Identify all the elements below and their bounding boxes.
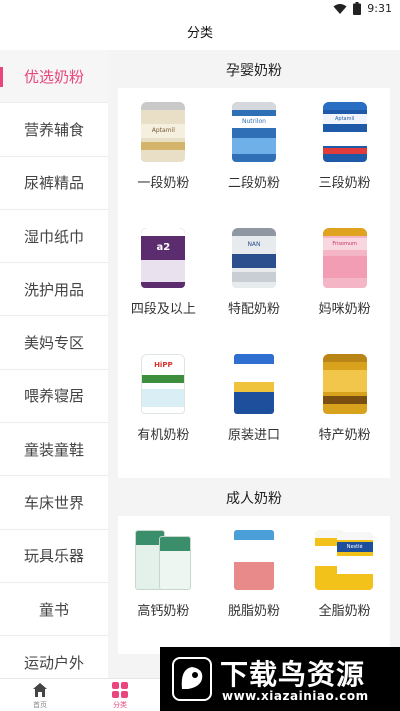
product-grid: 高钙奶粉 脱脂奶粉 Nestlé 全脂奶粉 (118, 516, 390, 654)
product-image (133, 528, 193, 594)
category-tile[interactable]: Aptamil 一段奶粉 (118, 94, 209, 220)
product-image (224, 352, 284, 418)
section-title: 孕婴奶粉 (226, 63, 282, 79)
page-header: 分类 (0, 20, 400, 50)
watermark-banner: 下载鸟资源 www.xiazainiao.com (160, 647, 400, 711)
sidebar-item-label: 营养辅食 (23, 120, 84, 139)
tab-category[interactable]: 分类 (80, 679, 160, 711)
sidebar-item-label: 喂养寝居 (23, 387, 84, 406)
watermark-url: www.xiazainiao.com (222, 689, 369, 703)
sidebar-item-3[interactable]: 湿巾纸巾 (0, 210, 108, 264)
tab-label: 首页 (33, 701, 47, 709)
category-tile[interactable]: Nutrilon 二段奶粉 (209, 94, 300, 220)
category-label: 一段奶粉 (137, 176, 190, 191)
category-tile[interactable]: HiPP 有机奶粉 (118, 346, 209, 472)
product-image: Aptamil (315, 100, 375, 166)
sidebar-item-5[interactable]: 美妈专区 (0, 316, 108, 370)
sidebar-item-label: 湿巾纸巾 (23, 227, 84, 246)
home-icon (33, 683, 47, 697)
sidebar-item-0[interactable]: 优选奶粉 (0, 50, 108, 104)
sidebar-item-11[interactable]: 运动户外 (0, 636, 108, 678)
category-content: 孕婴奶粉 Aptamil 一段奶粉 Nutrilon 二段奶粉 Aptamil … (108, 50, 400, 678)
sidebar-item-label: 童装童鞋 (23, 440, 84, 459)
sidebar-item-6[interactable]: 喂养寝居 (0, 370, 108, 424)
category-tile[interactable]: Nestlé 全脂奶粉 (299, 522, 390, 648)
category-tile[interactable]: 特产奶粉 (299, 346, 390, 472)
category-label: 特产奶粉 (318, 428, 371, 443)
category-label: 三段奶粉 (318, 176, 371, 191)
category-label: 四段及以上 (130, 302, 196, 317)
product-image (224, 528, 284, 594)
sidebar-item-8[interactable]: 车床世界 (0, 476, 108, 530)
category-tile[interactable]: 原装进口 (209, 346, 300, 472)
page-title: 分类 (186, 26, 213, 41)
product-image: Aptamil (133, 100, 193, 166)
category-label: 脱脂奶粉 (227, 604, 280, 619)
sidebar-item-7[interactable]: 童装童鞋 (0, 423, 108, 477)
tab-label: 分类 (113, 701, 127, 709)
battery-icon (353, 2, 362, 15)
category-tile[interactable]: Frisomum 妈咪奶粉 (299, 220, 390, 346)
category-tile[interactable]: 脱脂奶粉 (209, 522, 300, 648)
category-label: 特配奶粉 (227, 302, 280, 317)
status-icons: 9:31 (333, 2, 392, 15)
sidebar-item-9[interactable]: 玩具乐器 (0, 530, 108, 583)
sidebar-item-4[interactable]: 洗护用品 (0, 263, 108, 317)
status-time: 9:31 (367, 2, 392, 15)
category-tile[interactable]: NAN 特配奶粉 (209, 220, 300, 346)
status-bar: 9:31 (0, 0, 400, 20)
product-image: a2 (133, 226, 193, 292)
category-tile[interactable]: a2 四段及以上 (118, 220, 209, 346)
product-image: NAN (224, 226, 284, 292)
category-label: 高钙奶粉 (137, 604, 190, 619)
category-label: 原装进口 (227, 428, 280, 443)
sidebar-item-label: 童书 (38, 600, 69, 619)
product-image: HiPP (133, 352, 193, 418)
category-grid-icon (112, 682, 128, 698)
section-title: 成人奶粉 (226, 491, 282, 507)
sidebar-item-label: 洗护用品 (23, 280, 84, 299)
category-label: 有机奶粉 (137, 428, 190, 443)
category-label: 全脂奶粉 (318, 604, 371, 619)
product-image: Nutrilon (224, 100, 284, 166)
sidebar-item-label: 玩具乐器 (23, 547, 84, 566)
product-image (315, 352, 375, 418)
category-tile[interactable]: 高钙奶粉 (118, 522, 209, 648)
product-image: Nestlé (314, 528, 375, 594)
category-label: 妈咪奶粉 (318, 302, 371, 317)
wifi-icon (333, 3, 347, 14)
product-image: Frisomum (315, 226, 375, 292)
bird-logo-icon (172, 657, 212, 701)
category-label: 二段奶粉 (227, 176, 280, 191)
sidebar-item-label: 美妈专区 (23, 334, 84, 353)
category-tile[interactable]: Aptamil 三段奶粉 (299, 94, 390, 220)
category-sidebar: 优选奶粉 营养辅食 尿裤精品 湿巾纸巾 洗护用品 美妈专区 喂养寝居 童装童鞋 … (0, 50, 108, 678)
sidebar-item-10[interactable]: 童书 (0, 583, 108, 637)
sidebar-item-label: 运动户外 (23, 653, 84, 672)
tab-home[interactable]: 首页 (0, 679, 80, 711)
watermark-title: 下载鸟资源 (220, 658, 366, 691)
sidebar-item-2[interactable]: 尿裤精品 (0, 157, 108, 210)
sidebar-item-1[interactable]: 营养辅食 (0, 103, 108, 157)
sidebar-item-label: 优选奶粉 (23, 67, 84, 86)
product-grid: Aptamil 一段奶粉 Nutrilon 二段奶粉 Aptamil 三段奶粉 … (118, 88, 390, 478)
sidebar-item-label: 车床世界 (23, 494, 84, 513)
sidebar-item-label: 尿裤精品 (23, 174, 84, 193)
